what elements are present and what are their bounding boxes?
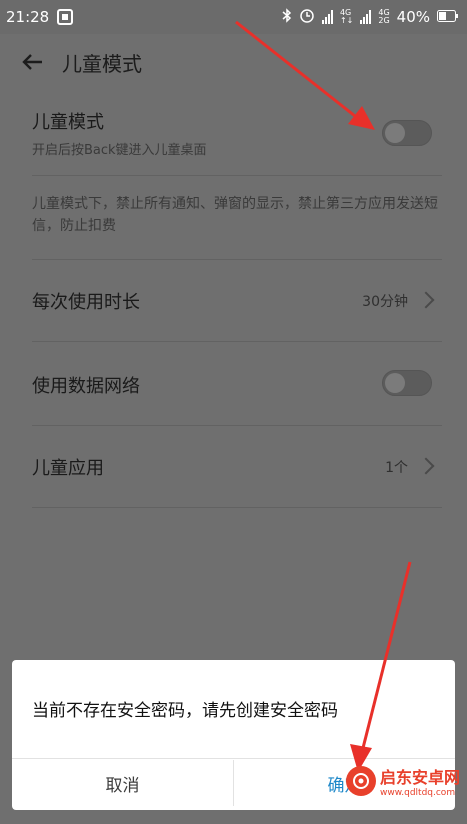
watermark-url: www.qdltdq.com	[380, 788, 456, 798]
site-watermark: 启东安卓网 www.qdltdq.com	[346, 764, 460, 798]
arrow-head-top	[348, 106, 375, 130]
arrow-line-top	[235, 20, 361, 122]
watermark-logo-icon	[346, 766, 376, 796]
watermark-name: 启东安卓网	[380, 768, 461, 787]
annotation-arrows	[235, 20, 412, 772]
watermark-text: 启东安卓网 www.qdltdq.com	[380, 764, 460, 798]
arrow-line-bottom	[360, 561, 412, 753]
